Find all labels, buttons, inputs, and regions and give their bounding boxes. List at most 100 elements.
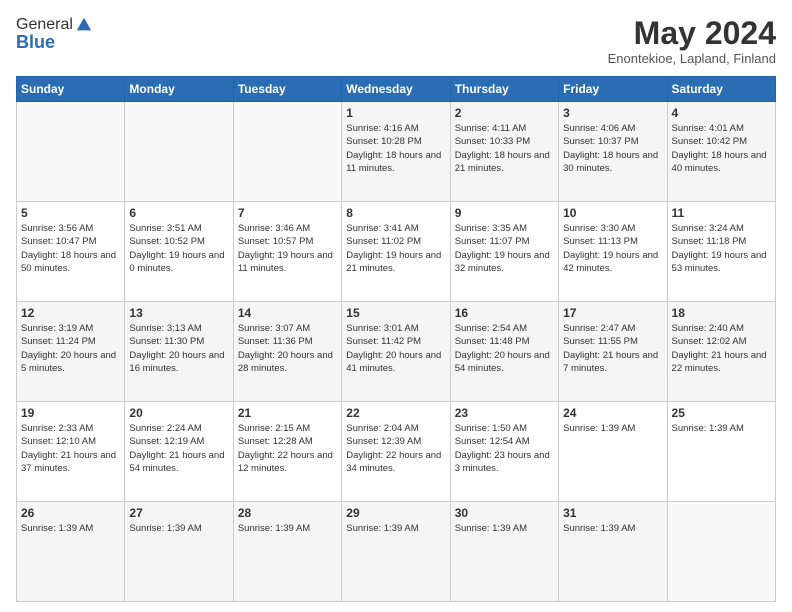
calendar-cell: 13 Sunrise: 3:13 AM Sunset: 11:30 PM Dayl… [125,302,233,402]
day-number: 28 [238,506,337,520]
day-number: 24 [563,406,662,420]
calendar-cell: 1 Sunrise: 4:16 AM Sunset: 10:28 PM Dayli… [342,102,450,202]
day-number: 26 [21,506,120,520]
calendar-cell [17,102,125,202]
day-info: Sunrise: 2:04 AM Sunset: 12:39 AM Daylig… [346,422,445,475]
day-number: 7 [238,206,337,220]
day-info: Sunrise: 2:40 AM Sunset: 12:02 AM Daylig… [672,322,771,375]
calendar-cell: 3 Sunrise: 4:06 AM Sunset: 10:37 PM Dayli… [559,102,667,202]
day-info: Sunrise: 4:11 AM Sunset: 10:33 PM Daylig… [455,122,554,175]
calendar-cell: 11 Sunrise: 3:24 AM Sunset: 11:18 PM Dayl… [667,202,775,302]
calendar-cell: 18Sunrise: 2:40 AM Sunset: 12:02 AM Dayl… [667,302,775,402]
day-number: 10 [563,206,662,220]
day-info: Sunrise: 3:41 AM Sunset: 11:02 PM Daylig… [346,222,445,275]
calendar-cell [125,102,233,202]
day-number: 9 [455,206,554,220]
calendar-cell: 9 Sunrise: 3:35 AM Sunset: 11:07 PM Dayli… [450,202,558,302]
day-info: Sunrise: 1:39 AM [455,522,554,535]
calendar-cell: 6Sunrise: 3:51 AM Sunset: 10:52 PM Dayli… [125,202,233,302]
logo: General Blue [16,16,93,53]
day-info: Sunrise: 3:56 AM Sunset: 10:47 PM Daylig… [21,222,120,275]
day-number: 30 [455,506,554,520]
calendar-cell: 4 Sunrise: 4:01 AM Sunset: 10:42 PM Dayli… [667,102,775,202]
calendar-cell: 31Sunrise: 1:39 AM [559,502,667,602]
calendar-cell: 28 Sunrise: 1:39 AM [233,502,341,602]
day-number: 16 [455,306,554,320]
day-info: Sunrise: 2:54 AM Sunset: 11:48 PM Daylig… [455,322,554,375]
day-info: Sunrise: 4:16 AM Sunset: 10:28 PM Daylig… [346,122,445,175]
weekday-header-row: SundayMondayTuesdayWednesdayThursdayFrid… [17,77,776,102]
day-info: Sunrise: 3:35 AM Sunset: 11:07 PM Daylig… [455,222,554,275]
header-right: May 2024 Enontekioe, Lapland, Finland [608,16,776,66]
day-number: 4 [672,106,771,120]
logo-blue: Blue [16,32,93,53]
day-info: Sunrise: 3:13 AM Sunset: 11:30 PM Daylig… [129,322,228,375]
calendar-cell: 20Sunrise: 2:24 AM Sunset: 12:19 AM Dayl… [125,402,233,502]
day-info: Sunrise: 2:15 AM Sunset: 12:28 AM Daylig… [238,422,337,475]
day-number: 22 [346,406,445,420]
day-number: 3 [563,106,662,120]
day-info: Sunrise: 1:39 AM [346,522,445,535]
day-number: 8 [346,206,445,220]
day-number: 19 [21,406,120,420]
day-info: Sunrise: 3:51 AM Sunset: 10:52 PM Daylig… [129,222,228,275]
day-info: Sunrise: 2:33 AM Sunset: 12:10 AM Daylig… [21,422,120,475]
calendar-cell: 10Sunrise: 3:30 AM Sunset: 11:13 PM Dayl… [559,202,667,302]
day-number: 1 [346,106,445,120]
calendar-cell: 14 Sunrise: 3:07 AM Sunset: 11:36 PM Dayl… [233,302,341,402]
calendar-cell: 5 Sunrise: 3:56 AM Sunset: 10:47 PM Dayli… [17,202,125,302]
calendar-cell: 16 Sunrise: 2:54 AM Sunset: 11:48 PM Dayl… [450,302,558,402]
calendar-week-row: 26 Sunrise: 1:39 AM 27 Sunrise: 1:39 AM 28 Su… [17,502,776,602]
calendar-cell: 26 Sunrise: 1:39 AM [17,502,125,602]
calendar-cell: 21 Sunrise: 2:15 AM Sunset: 12:28 AM Dayl… [233,402,341,502]
month-title: May 2024 [608,16,776,51]
calendar-cell: 8 Sunrise: 3:41 AM Sunset: 11:02 PM Dayli… [342,202,450,302]
day-info: Sunrise: 3:19 AM Sunset: 11:24 PM Daylig… [21,322,120,375]
day-number: 14 [238,306,337,320]
calendar-cell: 17Sunrise: 2:47 AM Sunset: 11:55 PM Dayl… [559,302,667,402]
day-info: Sunrise: 3:01 AM Sunset: 11:42 PM Daylig… [346,322,445,375]
day-info: Sunrise: 1:39 AM [21,522,120,535]
calendar-cell: 12 Sunrise: 3:19 AM Sunset: 11:24 PM Dayl… [17,302,125,402]
calendar-cell [233,102,341,202]
day-info: Sunrise: 4:01 AM Sunset: 10:42 PM Daylig… [672,122,771,175]
calendar-cell: 27 Sunrise: 1:39 AM [125,502,233,602]
weekday-header: Sunday [17,77,125,102]
calendar-cell: 23Sunrise: 1:50 AM Sunset: 12:54 AM Dayl… [450,402,558,502]
day-number: 13 [129,306,228,320]
calendar-week-row: 5 Sunrise: 3:56 AM Sunset: 10:47 PM Dayli… [17,202,776,302]
day-number: 21 [238,406,337,420]
calendar-cell [667,502,775,602]
calendar-week-row: 1 Sunrise: 4:16 AM Sunset: 10:28 PM Dayli… [17,102,776,202]
calendar: SundayMondayTuesdayWednesdayThursdayFrid… [16,76,776,602]
day-number: 23 [455,406,554,420]
day-number: 11 [672,206,771,220]
calendar-cell: 29 Sunrise: 1:39 AM [342,502,450,602]
weekday-header: Monday [125,77,233,102]
day-info: Sunrise: 4:06 AM Sunset: 10:37 PM Daylig… [563,122,662,175]
day-number: 25 [672,406,771,420]
day-number: 29 [346,506,445,520]
day-info: Sunrise: 3:07 AM Sunset: 11:36 PM Daylig… [238,322,337,375]
day-number: 12 [21,306,120,320]
calendar-cell: 24Sunrise: 1:39 AM [559,402,667,502]
day-info: Sunrise: 3:24 AM Sunset: 11:18 PM Daylig… [672,222,771,275]
logo-icon [75,16,93,34]
calendar-cell: 30 Sunrise: 1:39 AM [450,502,558,602]
calendar-cell: 25Sunrise: 1:39 AM [667,402,775,502]
calendar-cell: 15 Sunrise: 3:01 AM Sunset: 11:42 PM Dayl… [342,302,450,402]
calendar-cell: 7 Sunrise: 3:46 AM Sunset: 10:57 PM Dayli… [233,202,341,302]
day-info: Sunrise: 1:39 AM [129,522,228,535]
day-info: Sunrise: 2:47 AM Sunset: 11:55 PM Daylig… [563,322,662,375]
day-info: Sunrise: 1:39 AM [238,522,337,535]
day-number: 15 [346,306,445,320]
page: General Blue May 2024 Enontekioe, Laplan… [0,0,792,612]
day-number: 5 [21,206,120,220]
weekday-header: Wednesday [342,77,450,102]
day-number: 31 [563,506,662,520]
day-info: Sunrise: 3:46 AM Sunset: 10:57 PM Daylig… [238,222,337,275]
weekday-header: Saturday [667,77,775,102]
calendar-week-row: 12 Sunrise: 3:19 AM Sunset: 11:24 PM Dayl… [17,302,776,402]
day-number: 20 [129,406,228,420]
day-number: 27 [129,506,228,520]
